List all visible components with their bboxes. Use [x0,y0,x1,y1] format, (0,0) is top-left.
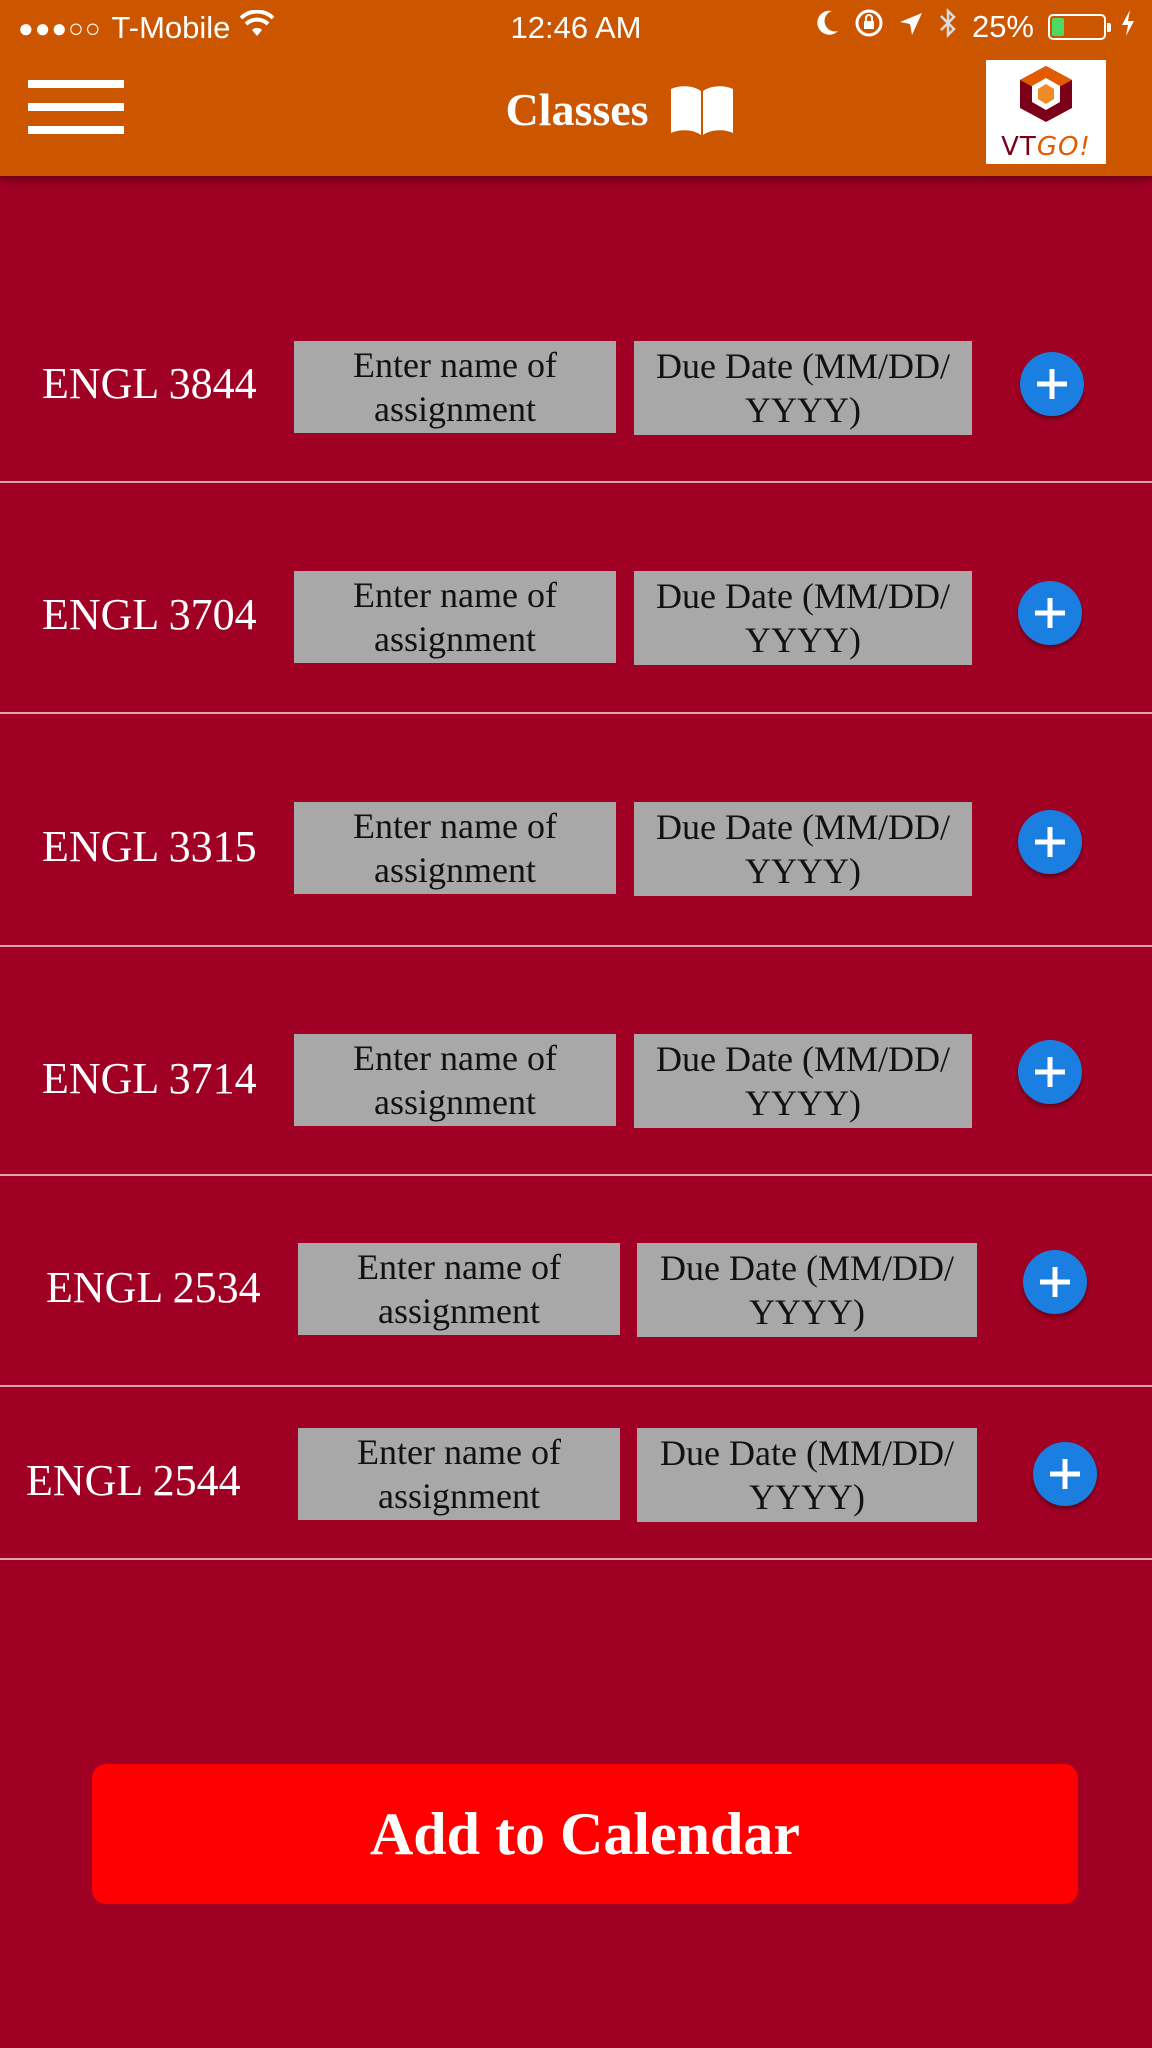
course-label: ENGL 3704 [42,590,257,639]
page-title: Classes [505,83,649,135]
due-date-input[interactable]: Due Date (MM/DD/ YYYY) [634,341,972,435]
due-date-input[interactable]: Due Date (MM/DD/ YYYY) [637,1428,977,1522]
class-row: ENGL 2534 Enter name of assignment Due D… [0,1176,1152,1387]
class-row: ENGL 3844 Enter name of assignment Due D… [0,176,1152,483]
moon-icon [814,9,840,45]
plus-icon [1050,1459,1080,1489]
bluetooth-icon [938,7,958,46]
vtgo-logo[interactable]: VTGO! [986,60,1106,164]
add-assignment-button[interactable] [1023,1250,1087,1314]
add-assignment-button[interactable] [1018,581,1082,645]
page-title-wrap: Classes [0,76,1152,142]
course-label: ENGL 3844 [42,359,257,408]
assignment-name-input[interactable]: Enter name of assignment [294,802,616,894]
location-arrow-icon [898,9,924,45]
rotation-lock-icon [854,8,884,46]
plus-icon [1037,369,1067,399]
class-row: ENGL 3704 Enter name of assignment Due D… [0,483,1152,714]
cube-logo-icon [1020,66,1072,122]
class-row: ENGL 3714 Enter name of assignment Due D… [0,947,1152,1176]
assignment-name-input[interactable]: Enter name of assignment [294,341,616,433]
course-label: ENGL 2544 [26,1456,241,1505]
plus-icon [1035,598,1065,628]
app-header: ●●●○○ T-Mobile 12:46 AM 25% Classes VTGO… [0,0,1152,176]
assignment-name-input[interactable]: Enter name of assignment [294,571,616,663]
plus-icon [1035,827,1065,857]
assignment-name-input[interactable]: Enter name of assignment [298,1428,620,1520]
due-date-input[interactable]: Due Date (MM/DD/ YYYY) [634,571,972,665]
assignment-name-input[interactable]: Enter name of assignment [294,1034,616,1126]
class-row: ENGL 2544 Enter name of assignment Due D… [0,1387,1152,1560]
add-assignment-button[interactable] [1020,352,1084,416]
charging-icon [1120,9,1136,45]
due-date-input[interactable]: Due Date (MM/DD/ YYYY) [637,1243,977,1337]
add-assignment-button[interactable] [1033,1442,1097,1506]
battery-icon [1048,14,1111,40]
add-assignment-button[interactable] [1018,810,1082,874]
plus-icon [1040,1267,1070,1297]
add-to-calendar-button[interactable]: Add to Calendar [92,1764,1078,1904]
add-assignment-button[interactable] [1018,1040,1082,1104]
battery-level [1052,18,1064,36]
book-icon [669,81,735,137]
assignment-name-input[interactable]: Enter name of assignment [298,1243,620,1335]
logo-text: VTGO! [1001,132,1091,162]
course-label: ENGL 3714 [42,1054,257,1103]
status-right: 25% [814,7,1136,46]
status-bar: ●●●○○ T-Mobile 12:46 AM 25% [0,0,1152,58]
course-label: ENGL 3315 [42,822,257,871]
due-date-input[interactable]: Due Date (MM/DD/ YYYY) [634,1034,972,1128]
class-row: ENGL 3315 Enter name of assignment Due D… [0,714,1152,947]
course-label: ENGL 2534 [46,1263,261,1312]
plus-icon [1035,1057,1065,1087]
battery-percent: 25% [971,9,1034,44]
row-divider [0,1558,1152,1560]
due-date-input[interactable]: Due Date (MM/DD/ YYYY) [634,802,972,896]
